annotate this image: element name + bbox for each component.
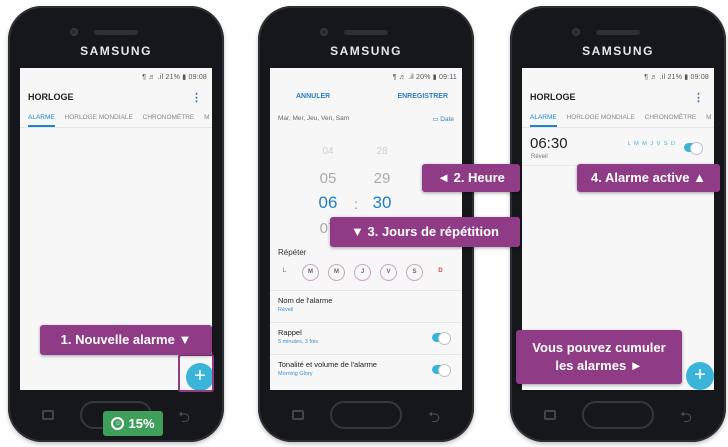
app-title: HORLOGE ⋮ [20,86,212,108]
score-value: 15% [128,416,155,431]
day-saturday[interactable]: S [406,264,423,281]
setting-title: Nom de l'alarme [278,296,333,305]
alarm-days: L M M J V S D [627,141,676,147]
weekday-selector: L M M J V S D [276,264,456,282]
back-icon[interactable]: ⮌ [178,407,190,432]
edit-toolbar: ANNULER ENREGISTRER [270,86,462,108]
brand-logo: SAMSUNG [330,44,402,58]
add-alarm-button[interactable]: + [686,362,714,390]
recent-apps-icon[interactable] [544,410,556,420]
tab-more[interactable]: M [204,114,209,121]
speaker-grille [596,30,640,35]
callout-alarm-active: 4. Alarme active ▲ [577,164,720,192]
front-camera-icon [70,28,78,36]
recent-apps-icon[interactable] [42,410,54,420]
snooze-toggle[interactable] [432,332,451,345]
phone-top-bezel: SAMSUNG [510,6,726,70]
save-button[interactable]: ENREGISTRER [397,93,448,100]
hour-option[interactable]: 05 [308,170,348,187]
repeat-label: Répéter [278,248,307,257]
setting-alarm-name[interactable]: Nom de l'alarme Réveil [270,290,462,320]
brand-logo: SAMSUNG [80,44,152,58]
app-title-text: HORLOGE [530,92,576,102]
add-button-highlight [178,354,214,392]
alarm-item[interactable]: 06:30 Réveil L M M J V S D [522,130,714,166]
day-sunday[interactable]: D [432,264,449,281]
date-link-label: Date [440,116,454,123]
score-badge: ☺ 15% [103,411,163,436]
day-tuesday[interactable]: M [302,264,319,281]
home-button[interactable] [582,401,654,429]
tab-bar: ALARME HORLOGE MONDIALE CHRONOMÈTRE M [522,108,714,128]
time-separator: : [354,196,358,212]
callout-new-alarm: 1. Nouvelle alarme ▼ [40,325,212,355]
tab-more[interactable]: M [706,114,711,121]
date-link[interactable]: ▭ Date [432,115,454,123]
setting-value: Réveil [278,307,294,313]
nav-bar: ⮌ [510,390,726,442]
minute-selected[interactable]: 30 [362,193,402,213]
speaker-grille [94,30,138,35]
front-camera-icon [320,28,328,36]
tab-alarm[interactable]: ALARME [530,114,557,127]
tab-alarm[interactable]: ALARME [28,114,55,127]
app-title: HORLOGE ⋮ [522,86,714,108]
tab-stopwatch[interactable]: CHRONOMÈTRE [143,114,195,121]
day-friday[interactable]: V [380,264,397,281]
callout-repeat-days: ▼ 3. Jours de répétition [330,217,520,247]
phone-top-bezel: SAMSUNG [258,6,474,70]
phone-top-bezel: SAMSUNG [8,6,224,70]
minute-option[interactable]: 28 [362,146,402,157]
setting-snooze[interactable]: Rappel 5 minutes, 3 fois [270,322,462,352]
alarm-toggle[interactable] [684,142,703,155]
repeat-summary-row: Mar, Mer, Jeu, Ven, Sam ▭ Date [270,108,462,128]
tab-stopwatch[interactable]: CHRONOMÈTRE [645,114,697,121]
hour-selected[interactable]: 06 [308,193,348,213]
hour-option[interactable]: 04 [308,146,348,157]
tab-bar: ALARME HORLOGE MONDIALE CHRONOMÈTRE M [20,108,212,128]
alarm-label: Réveil [531,154,548,160]
more-options-icon[interactable]: ⋮ [191,91,202,104]
alarm-time: 06:30 [530,135,568,152]
minute-option[interactable]: 29 [362,170,402,187]
back-icon[interactable]: ⮌ [428,407,440,432]
status-bar: ¶ ♬ .il 20% ▮ 09:11 [392,74,457,81]
day-monday[interactable]: L [276,264,293,281]
back-icon[interactable]: ⮌ [680,407,692,432]
repeat-summary: Mar, Mer, Jeu, Ven, Sam [278,115,350,122]
front-camera-icon [572,28,580,36]
setting-ringtone[interactable]: Tonalité et volume de l'alarme Morning G… [270,354,462,384]
status-bar: ¶ ♬ .il 21% ▮ 09:08 [142,74,207,81]
app-title-text: HORLOGE [28,92,74,102]
day-wednesday[interactable]: M [328,264,345,281]
speaker-grille [344,30,388,35]
home-button[interactable] [330,401,402,429]
nav-bar: ⮌ [258,390,474,442]
tab-world-clock[interactable]: HORLOGE MONDIALE [65,114,133,121]
cancel-button[interactable]: ANNULER [296,93,330,100]
brand-logo: SAMSUNG [582,44,654,58]
day-thursday[interactable]: J [354,264,371,281]
tab-world-clock[interactable]: HORLOGE MONDIALE [567,114,635,121]
status-bar: ¶ ♬ .il 21% ▮ 09:08 [644,74,709,81]
ringtone-toggle[interactable] [432,364,451,377]
more-options-icon[interactable]: ⋮ [693,91,704,104]
callout-cumulate: Vous pouvez cumuler les alarmes ► [516,330,682,384]
smiley-icon: ☺ [111,417,125,430]
recent-apps-icon[interactable] [292,410,304,420]
callout-hour: ◄ 2. Heure [422,164,520,192]
